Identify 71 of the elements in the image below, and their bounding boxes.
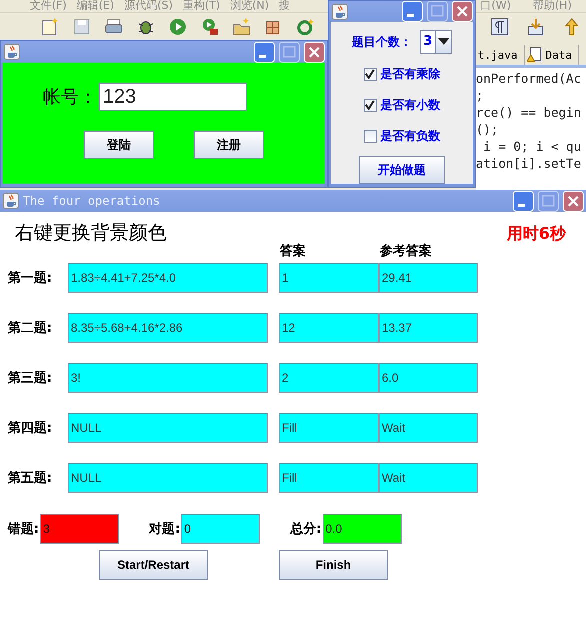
answer-field[interactable]: Fill (279, 413, 379, 443)
expression-field[interactable]: 1.83÷4.41+7.25*4.0 (68, 263, 268, 293)
file-warning-icon[interactable] (526, 47, 543, 63)
save-icon[interactable] (72, 17, 92, 37)
action-button[interactable]: Start/Restart (99, 550, 208, 580)
new-file-icon[interactable] (40, 17, 60, 37)
question-label: 第三题: (8, 370, 54, 387)
action-button[interactable]: Finish (279, 550, 388, 580)
checkbox-label: 是否有负数 (380, 128, 440, 144)
close-icon[interactable] (563, 190, 584, 212)
checkbox-label: 是否有小数 (380, 96, 440, 114)
column-header: 参考答案 (380, 242, 433, 260)
reference-answer-field[interactable]: 29.41 (379, 263, 478, 293)
answer-field[interactable]: 2 (279, 363, 379, 393)
close-icon[interactable] (304, 42, 325, 62)
run-tool-icon[interactable] (200, 17, 220, 37)
login-window-button[interactable]: 注册 (194, 131, 264, 159)
code-line: ; (476, 87, 485, 104)
minimize-icon[interactable] (402, 1, 423, 22)
expression-field[interactable]: NULL (68, 463, 268, 493)
answer-field[interactable]: Fill (279, 463, 379, 493)
answer-field[interactable]: 1 (279, 263, 379, 293)
score-field[interactable]: 0.0 (322, 514, 402, 544)
score-label: 对题: (149, 521, 180, 538)
java-cup-icon[interactable] (332, 4, 348, 20)
editor-tab[interactable]: Data (524, 45, 580, 65)
reference-answer-field[interactable]: 6.0 (379, 363, 478, 393)
expression-field[interactable]: 3! (68, 363, 268, 393)
checkbox-label: 是否有乘除 (380, 66, 440, 82)
start-quiz-button[interactable]: 开始做题 (359, 156, 445, 184)
code-line: onPerformed(Ac (476, 70, 582, 87)
code-line: i = 0; i < qu (482, 138, 582, 155)
score-label: 错题: (8, 521, 40, 538)
code-line: rce() == begin (476, 104, 582, 121)
folder-icon[interactable] (232, 17, 252, 37)
account-field[interactable]: 123 (99, 83, 247, 111)
java-cup-icon[interactable] (3, 193, 19, 209)
question-label: 第五题: (8, 470, 54, 487)
question-label: 第二题: (8, 320, 54, 337)
account-label: 帐号： (43, 86, 97, 109)
count-dropdown[interactable]: 3 (420, 30, 452, 54)
dropdown-arrow-icon[interactable] (438, 38, 450, 46)
minimize-icon[interactable] (254, 42, 275, 62)
question-label: 第一题: (8, 270, 54, 287)
reference-answer-field[interactable]: Wait (379, 463, 478, 493)
download-arrow-icon[interactable] (526, 17, 546, 37)
score-field[interactable]: 3 (40, 514, 120, 544)
answer-field[interactable]: 12 (279, 313, 379, 343)
minimize-icon[interactable] (513, 190, 534, 212)
hint-text: 右键更换背景颜色 (15, 221, 167, 246)
expression-field[interactable]: NULL (68, 413, 268, 443)
score-label: 总分: (290, 521, 322, 538)
reference-answer-field[interactable]: 13.37 (379, 313, 478, 343)
window-title: The four operations (23, 194, 160, 208)
java-cup-icon[interactable] (4, 44, 20, 60)
timer-text: 用时6秒 (506, 224, 566, 245)
count-label: 题目个数： (352, 34, 412, 50)
play-icon[interactable] (168, 17, 188, 37)
code-line: (); (476, 121, 500, 138)
expression-field[interactable]: 8.35÷5.68+4.16*2.86 (68, 313, 268, 343)
reference-answer-field[interactable]: Wait (379, 413, 478, 443)
login-window-button[interactable]: 登陆 (84, 131, 154, 159)
score-field[interactable]: 0 (181, 514, 260, 544)
code-line: ation[i].setTe (476, 155, 582, 172)
close-icon[interactable] (452, 1, 473, 22)
pilcrow-icon[interactable] (490, 17, 510, 37)
column-header: 答案 (280, 242, 307, 260)
checkbox[interactable] (364, 130, 376, 142)
question-label: 第四题: (8, 420, 54, 437)
refresh-icon[interactable] (296, 17, 316, 37)
upload-arrow-icon[interactable] (562, 17, 582, 37)
